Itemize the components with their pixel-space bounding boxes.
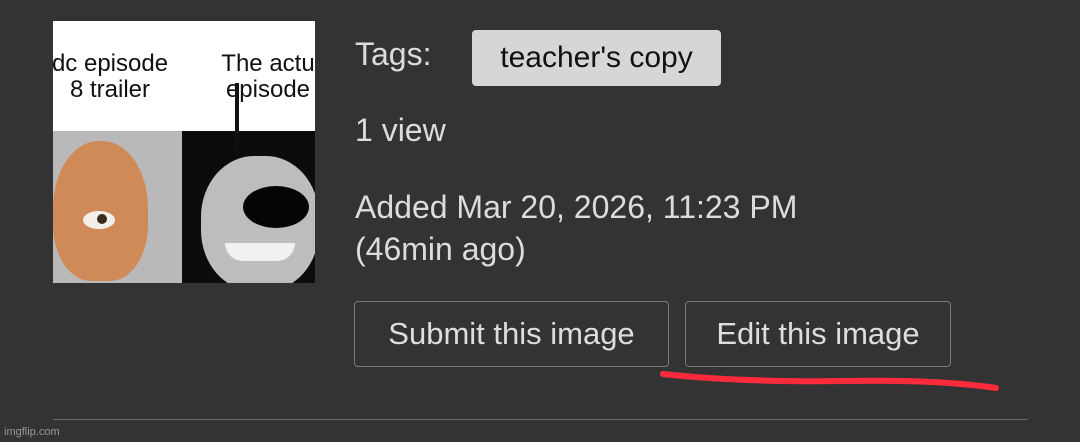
- red-underline-annotation: [660, 371, 999, 391]
- added-date-line: Added Mar 20, 2026, 11:23 PM: [355, 189, 798, 225]
- image-thumbnail[interactable]: dc episode 8 trailer The actu episode: [53, 21, 315, 283]
- added-relative-time: (46min ago): [355, 231, 526, 267]
- watermark: imgflip.com: [4, 426, 60, 438]
- added-date: Added Mar 20, 2026, 11:23 PM (46min ago): [355, 186, 797, 270]
- edit-image-button[interactable]: Edit this image: [685, 301, 951, 367]
- left-caption: dc episode 8 trailer: [53, 50, 169, 103]
- footer-divider: [53, 419, 1028, 420]
- view-count: 1 view: [355, 112, 446, 148]
- submit-image-button[interactable]: Submit this image: [354, 301, 669, 367]
- tags-label: Tags:: [355, 36, 432, 72]
- tag-chip[interactable]: teacher's copy: [472, 30, 721, 86]
- right-caption: The actu episode: [221, 50, 315, 103]
- left-pupil-icon: [97, 214, 107, 224]
- right-mouth-icon: [225, 243, 295, 261]
- right-eye-icon: [243, 186, 309, 228]
